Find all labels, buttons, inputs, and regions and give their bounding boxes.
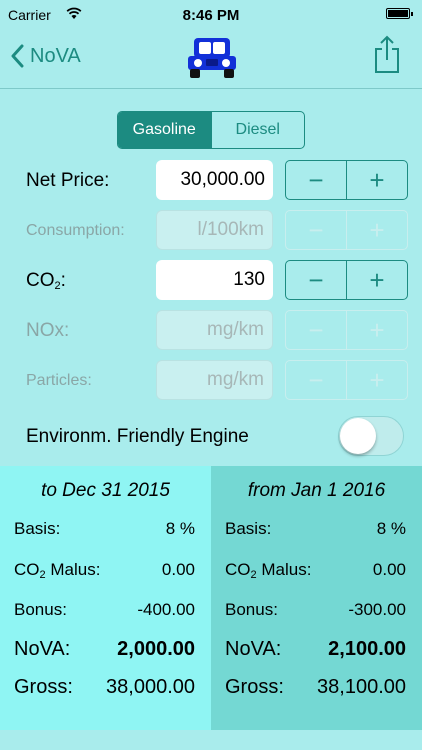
nova-value: 2,000.00 [117, 638, 195, 660]
nova-value: 2,100.00 [328, 638, 406, 660]
particles-increment-button[interactable]: + [346, 361, 407, 399]
co2-stepper: − + [285, 260, 408, 300]
clock: 8:46 PM [182, 7, 240, 24]
consumption-decrement-button[interactable]: − [286, 211, 346, 249]
battery-icon [386, 8, 410, 19]
co2-malus-row: CO2 Malus: 0.00 [14, 560, 195, 584]
net-price-input[interactable]: 30,000.00 [156, 160, 273, 200]
gross-label: Gross: [225, 676, 284, 698]
basis-row: Basis: 8 % [14, 519, 195, 543]
co2-input[interactable]: 130 [156, 260, 273, 300]
bonus-value: -300.00 [348, 600, 406, 619]
nox-decrement-button[interactable]: − [286, 311, 346, 349]
status-bar: Carrier 8:46 PM [0, 0, 422, 30]
consumption-row: Consumption: l/100km − + [0, 210, 422, 250]
net-price-row: Net Price: 30,000.00 − + [0, 160, 422, 200]
nox-input[interactable]: mg/km [156, 310, 273, 350]
gross-row: Gross: 38,100.00 [225, 676, 406, 700]
basis-label: Basis: [225, 519, 272, 538]
net-price-decrement-button[interactable]: − [286, 161, 346, 199]
particles-label: Particles: [26, 372, 92, 389]
bonus-value: -400.00 [137, 600, 195, 619]
basis-row: Basis: 8 % [225, 519, 406, 543]
back-button[interactable]: NoVA [10, 40, 81, 72]
navigation-bar: NoVA [0, 30, 422, 89]
panel-title: from Jan 1 2016 [247, 480, 386, 501]
co2-malus-row: CO2 Malus: 0.00 [225, 560, 406, 584]
nox-row: NOx: mg/km − + [0, 310, 422, 350]
gross-label: Gross: [14, 676, 73, 698]
battery-tip [411, 12, 413, 16]
consumption-increment-button[interactable]: + [346, 211, 407, 249]
result-panel-2015: to Dec 31 2015 Basis: 8 % CO2 Malus: 0.0… [0, 466, 211, 730]
co2-label: CO2: [26, 270, 66, 292]
bonus-row: Bonus: -300.00 [225, 600, 406, 624]
panel-title: to Dec 31 2015 [41, 480, 170, 501]
net-price-label: Net Price: [26, 170, 110, 191]
gross-row: Gross: 38,000.00 [14, 676, 195, 700]
particles-stepper: − + [285, 360, 408, 400]
chevron-left-icon [11, 44, 24, 68]
nova-label: NoVA: [14, 638, 71, 660]
engine-toggle[interactable] [338, 416, 404, 456]
nox-label: NOx: [26, 320, 70, 341]
gross-value: 38,000.00 [106, 676, 195, 698]
bonus-label: Bonus: [225, 600, 278, 619]
bonus-row: Bonus: -400.00 [14, 600, 195, 624]
co2-row: CO2: 130 − + [0, 260, 422, 300]
segment-gasoline[interactable]: Gasoline [118, 112, 211, 148]
consumption-stepper: − + [285, 210, 408, 250]
nova-row: NoVA: 2,000.00 [14, 638, 195, 662]
nox-increment-button[interactable]: + [346, 311, 407, 349]
engine-row: Environm. Friendly Engine [0, 416, 422, 456]
net-price-stepper: − + [285, 160, 408, 200]
consumption-label: Consumption: [26, 222, 125, 239]
basis-value: 8 % [165, 519, 195, 538]
bonus-label: Bonus: [14, 600, 67, 619]
back-label: NoVA [30, 44, 81, 67]
particles-row: Particles: mg/km − + [0, 360, 422, 400]
co2-decrement-button[interactable]: − [286, 261, 346, 299]
segment-diesel[interactable]: Diesel [210, 112, 305, 148]
co2-malus-value: 0.00 [161, 560, 195, 579]
co2-malus-label: CO2 Malus: [225, 560, 312, 581]
result-panel-2016: from Jan 1 2016 Basis: 8 % CO2 Malus: 0.… [211, 466, 422, 730]
toggle-knob [340, 418, 376, 454]
co2-increment-button[interactable]: + [346, 261, 407, 299]
co2-malus-value: 0.00 [372, 560, 406, 579]
fuel-type-segmented-control: Gasoline Diesel [117, 111, 305, 149]
gross-value: 38,100.00 [317, 676, 406, 698]
consumption-input[interactable]: l/100km [156, 210, 273, 250]
particles-decrement-button[interactable]: − [286, 361, 346, 399]
nox-stepper: − + [285, 310, 408, 350]
car-logo-icon [188, 38, 236, 78]
net-price-increment-button[interactable]: + [346, 161, 407, 199]
co2-malus-label: CO2 Malus: [14, 560, 101, 581]
share-icon[interactable] [372, 34, 402, 74]
particles-input[interactable]: mg/km [156, 360, 273, 400]
basis-label: Basis: [14, 519, 61, 538]
nova-label: NoVA: [225, 638, 282, 660]
engine-label: Environm. Friendly Engine [26, 426, 249, 447]
basis-value: 8 % [376, 519, 406, 538]
nova-row: NoVA: 2,100.00 [225, 638, 406, 662]
